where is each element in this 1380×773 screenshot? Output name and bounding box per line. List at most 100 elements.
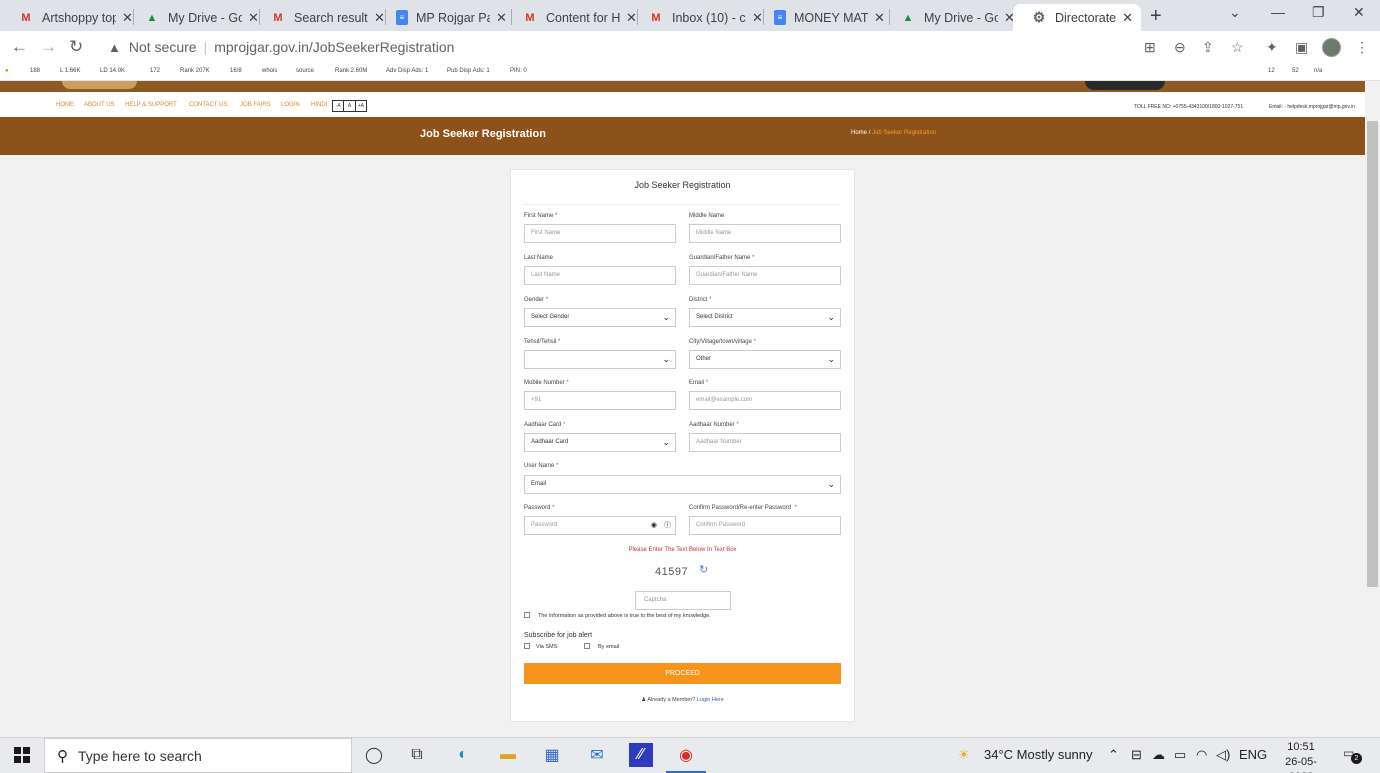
email-label: Email * (689, 380, 709, 386)
proceed-button[interactable]: PROCEED (524, 663, 841, 684)
translate-icon[interactable]: ⊞ (1144, 39, 1156, 56)
font-normal-button[interactable]: A (344, 101, 356, 111)
address-bar[interactable]: ▲ Not secure | mprojgar.gov.in/JobSeeker… (100, 34, 1260, 60)
profile-avatar[interactable] (1322, 38, 1341, 57)
reload-icon[interactable]: ↻ (69, 37, 83, 57)
toll-free-text: TOLL FREE NO: +0755-4343100/1800-1027-75… (1134, 104, 1244, 110)
username-label: User Name * (524, 463, 559, 469)
nav-about[interactable]: ABOUT US (84, 102, 115, 108)
gmail-icon: M (273, 11, 283, 24)
extensions-icon[interactable]: ✦ (1266, 39, 1278, 56)
scrollbar-thumb[interactable] (1367, 121, 1378, 587)
new-tab-button[interactable]: + (1150, 5, 1162, 28)
captcha-message: Please Enter The Text Below In Text Box (628, 547, 737, 553)
browser-tab[interactable]: M Artshoppy top ✕ (0, 4, 141, 31)
share-icon[interactable]: ⇪ (1202, 39, 1214, 56)
aadhaar-card-select[interactable]: Aadhaar Card ⌄ (524, 433, 676, 452)
page-scrollbar[interactable] (1365, 81, 1380, 737)
username-select[interactable]: Email ⌄ (524, 475, 841, 494)
task-view-icon[interactable]: ⧉ (405, 743, 429, 767)
captcha-input[interactable]: Captcha (635, 591, 731, 610)
app-icon[interactable]: ⁄⁄ (629, 743, 653, 767)
browser-tab[interactable]: ▲ My Drive - Go ✕ (882, 4, 1023, 31)
cortana-icon[interactable]: ◯ (362, 743, 386, 767)
windows-start-icon[interactable] (14, 747, 30, 763)
taskbar-search[interactable]: ⚲ Type here to search (44, 738, 352, 773)
middle-name-input[interactable]: Middle Name (689, 224, 841, 243)
city-select[interactable]: Other ⌄ (689, 350, 841, 369)
forward-icon[interactable]: → (40, 37, 57, 57)
page-banner (0, 117, 1365, 155)
browser-tab[interactable]: M Content for He ✕ (504, 4, 645, 31)
browser-tab[interactable]: ▲ My Drive - Go ✕ (126, 4, 267, 31)
mobile-input[interactable]: +91 (524, 391, 676, 410)
mail-icon[interactable]: ✉ (585, 743, 609, 767)
file-explorer-icon[interactable]: ▬ (496, 743, 520, 767)
first-name-input[interactable]: First Name (524, 224, 676, 243)
info-icon[interactable]: ⓘ (664, 517, 671, 534)
sms-checkbox[interactable] (524, 643, 530, 649)
email-alert-label: By email (598, 644, 620, 650)
gender-select[interactable]: Select Gender ⌄ (524, 308, 676, 327)
language-indicator[interactable]: ENG (1239, 747, 1267, 762)
nav-job-fairs[interactable]: JOB FAIRS (240, 102, 271, 108)
guardian-name-label: Guardian/Father Name * (689, 255, 755, 261)
store-icon[interactable]: ▦ (540, 743, 564, 767)
chrome-icon[interactable]: ◉ (666, 743, 706, 773)
volume-icon[interactable]: ◁) (1216, 747, 1230, 763)
device-icon[interactable]: ⊟ (1131, 747, 1142, 763)
guardian-name-input[interactable]: Guardian/Father Name (689, 266, 841, 285)
refresh-icon[interactable]: ↻ (699, 563, 708, 576)
cloud-icon[interactable]: ☁ (1152, 747, 1165, 763)
eye-icon[interactable]: ◉ (651, 517, 657, 534)
banner-title: Job Seeker Registration (420, 128, 546, 140)
zoom-icon[interactable]: ⊖ (1174, 39, 1186, 56)
browser-tab[interactable]: ≡ MP Rojgar Par ✕ (378, 4, 515, 31)
close-icon[interactable]: ✕ (1122, 10, 1133, 26)
browser-tab-active[interactable]: ⚙Directorate of✕ (1013, 4, 1141, 31)
login-here-link[interactable]: Login Here (697, 697, 724, 703)
notification-icon[interactable]: ▭ 2 (1343, 746, 1362, 764)
sms-label: Via SMS (536, 644, 558, 650)
nav-login[interactable]: LOGIN (281, 102, 300, 108)
clock[interactable]: 10:5126-05-2022 (1273, 740, 1329, 773)
nav-help[interactable]: HELP & SUPPORT (125, 102, 177, 108)
password-input[interactable]: Password ◉ ⓘ (524, 516, 676, 535)
confirm-password-input[interactable]: Confirm Password (689, 516, 841, 535)
nav-hindi[interactable]: HINDI (311, 102, 327, 108)
edge-icon[interactable]: ◐ (451, 743, 475, 767)
browser-tab[interactable]: ≡ MONEY MATT ✕ (756, 4, 893, 31)
nav-contact[interactable]: CONTACT US (189, 102, 227, 108)
email-alert-checkbox[interactable] (584, 643, 590, 649)
tehsil-select[interactable]: ⌄ (524, 350, 676, 369)
gmail-icon: M (651, 11, 661, 24)
district-select[interactable]: Select District ⌄ (689, 308, 841, 327)
seo-extension-bar: ● 188 L 1.66K LD 14.0K 172 Rank 207K 16/… (0, 63, 1380, 81)
minimize-button[interactable]: — (1271, 4, 1285, 20)
chevron-up-icon[interactable]: ⌃ (1108, 747, 1119, 763)
declaration-checkbox[interactable] (524, 612, 530, 618)
aadhaar-number-input[interactable]: Aadhaar Number (689, 433, 841, 452)
side-panel-icon[interactable]: ▣ (1295, 39, 1308, 56)
email-input[interactable]: email@example.com (689, 391, 841, 410)
last-name-input[interactable]: Last Name (524, 266, 676, 285)
font-decrease-button[interactable]: -A (333, 101, 345, 111)
wifi-icon[interactable]: ◠ (1196, 747, 1207, 763)
back-icon[interactable]: ← (11, 37, 28, 57)
mobile-label: Mobile Number * (524, 380, 569, 386)
weather-text[interactable]: 34°C Mostly sunny (984, 747, 1093, 762)
close-window-button[interactable]: ✕ (1353, 4, 1365, 21)
breadcrumb-home[interactable]: Home (851, 130, 867, 136)
chevron-down-icon: ⌄ (662, 354, 670, 364)
bookmark-star-icon[interactable]: ☆ (1231, 39, 1244, 56)
menu-icon[interactable]: ⋮ (1355, 39, 1369, 56)
nav-home[interactable]: HOME (56, 102, 74, 108)
district-label: District * (689, 297, 712, 303)
maximize-button[interactable]: ❐ (1312, 4, 1325, 21)
battery-icon[interactable]: ▭ (1174, 747, 1186, 763)
tab-search-icon[interactable]: ⌄ (1229, 4, 1241, 21)
browser-tab[interactable]: M Inbox (10) - cc ✕ (630, 4, 771, 31)
chevron-down-icon: ⌄ (662, 312, 670, 322)
browser-tab[interactable]: M Search results ✕ (252, 4, 393, 31)
font-increase-button[interactable]: +A (356, 101, 366, 111)
